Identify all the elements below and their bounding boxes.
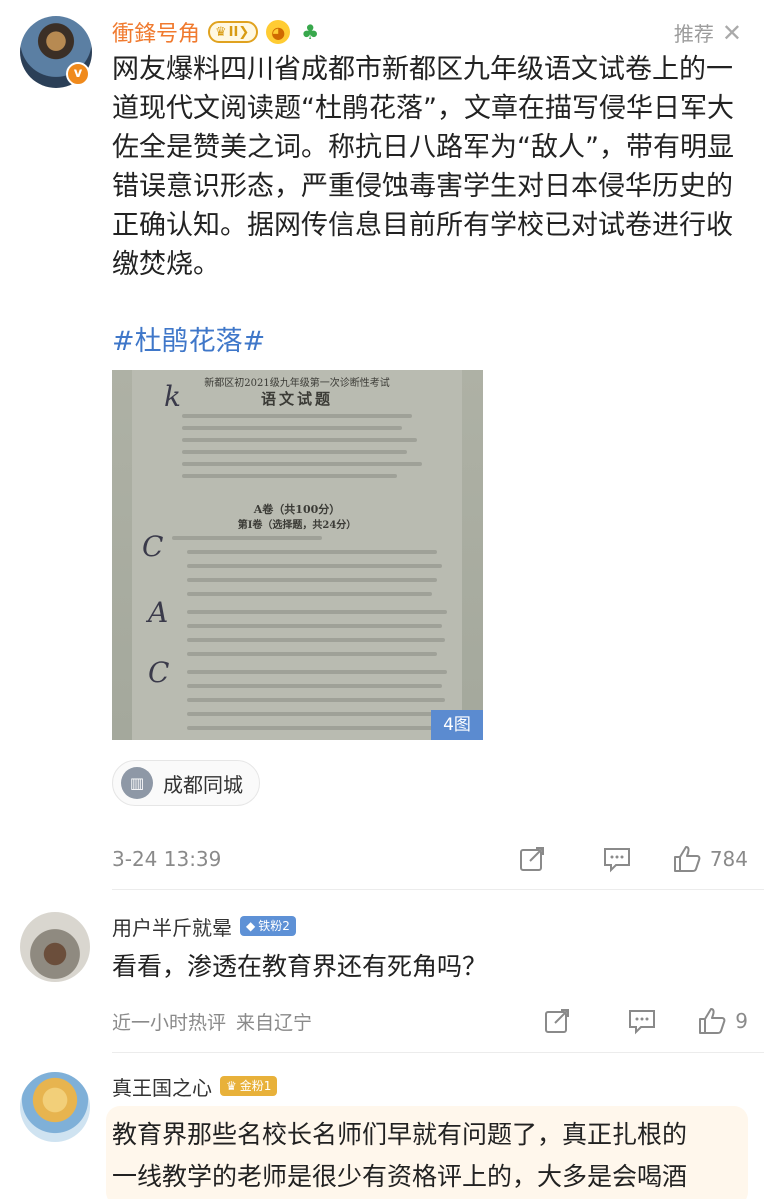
divider [112,1052,764,1053]
comment-text-line: 教育界那些名校长名师们早就有问题了，真正扎根的 [112,1120,688,1149]
exam-header-line: 新都区初2021级九年级第一次诊断性考试 [204,378,390,389]
author-row: 衝鋒号角 ♛ II ❯ ◕ ♣ [112,16,322,48]
close-icon[interactable]: ✕ [722,21,742,45]
comment-like-count: 9 [735,1009,748,1033]
image-count-badge: 4图 [431,710,483,740]
post-text: 网友爆料四川省成都市新都区九年级语文试卷上的一道现代文阅读题“杜鹃花落”，文章在… [112,54,734,280]
location-label: 成都同城 [163,772,243,797]
exam-section-a: A卷（共100分） [253,503,341,516]
comment-avatar[interactable] [20,912,90,982]
crown-icon: ♛ [226,1079,237,1093]
hashtag-link[interactable]: #杜鹃花落# [112,322,265,361]
comment-button[interactable] [602,845,632,873]
tree-badge-icon[interactable]: ♣ [298,20,322,44]
hot-label: 近一小时热评 [112,1011,227,1034]
fan-badge: ♛ 金粉1 [220,1076,278,1096]
divider [112,889,764,890]
commenter-name[interactable]: 真王国之心 [112,1072,212,1101]
comment-icon [603,848,630,873]
exam-title: 语文试题 [260,390,333,408]
chevron-right-icon: ❯ [238,24,250,40]
comment-header: 用户半斤就晕 ◆ 铁粉2 [112,912,296,940]
vip-level: II [228,24,239,40]
comment-meta: 近一小时热评 来自辽宁 [112,1008,543,1035]
commenter-name[interactable]: 用户半斤就晕 [112,912,232,941]
comment-reply-button[interactable] [627,1007,657,1035]
recommend-label: 推荐 [673,22,714,46]
location-chip[interactable]: ▥ 成都同城 [112,760,260,806]
exam-paper-photo: 新都区初2021级九年级第一次诊断性考试 语文试题 A卷（共100分） 第Ⅰ卷（… [132,370,462,740]
verified-v-icon: v [66,62,90,86]
fan-badge: ◆ 铁粉2 [240,916,296,936]
post-image[interactable]: 新都区初2021级九年级第一次诊断性考试 语文试题 A卷（共100分） 第Ⅰ卷（… [112,370,483,740]
comment-text: 教育界那些名校长名师们早就有问题了，真正扎根的 一线教学的老师是很少有资格评上的… [112,1114,742,1198]
crown-icon: ♛ [215,24,227,40]
recommend-area: 推荐 ✕ [674,18,742,47]
comment-text: 看看，渗透在教育界还有死角吗？ [112,952,488,981]
handwritten-c: C [142,530,164,563]
comment-share-button[interactable] [543,1007,571,1035]
handwritten-k: k [164,380,181,413]
comment-like-button[interactable]: 9 [697,1006,748,1036]
exam-section-1: 第Ⅰ卷（选择题，共24分） [237,520,357,531]
comment-text-line: 一线教学的老师是很少有资格评上的，大多是会喝酒 [112,1162,688,1191]
post-time: 3-24 13:39 [112,847,222,871]
thumbs-up-icon [699,1008,726,1034]
handwritten-a: A [148,596,169,629]
comment-avatar[interactable] [20,1072,90,1142]
share-button[interactable] [518,845,546,873]
like-button[interactable]: 784 [672,844,748,874]
handwritten-c2: C [148,656,170,689]
author-name[interactable]: 衝鋒号角 [112,16,200,48]
fan-badge-label: 金粉1 [239,1079,272,1093]
like-count: 784 [709,847,748,871]
weibo-post: v 衝鋒号角 ♛ II ❯ ◕ ♣ 推荐 ✕ 网友爆料四川省成都市新都区九年级语… [0,0,764,890]
comment-icon [629,1010,656,1035]
share-icon [519,847,544,871]
building-icon: ▥ [121,767,153,799]
thumbs-up-icon [673,846,701,872]
comment-header: 真王国之心 ♛ 金粉1 [112,1072,278,1101]
post-meta-row: 3-24 13:39 784 [112,842,748,876]
diamond-icon: ◆ [246,919,256,933]
fan-badge-label: 铁粉2 [258,919,290,933]
vip-badge[interactable]: ♛ II ❯ [208,21,259,43]
comment-location: 来自辽宁 [236,1011,313,1034]
comment-meta-row: 近一小时热评 来自辽宁 9 [112,1006,748,1036]
fish-badge-icon[interactable]: ◕ [266,20,291,44]
share-icon [545,1009,570,1033]
